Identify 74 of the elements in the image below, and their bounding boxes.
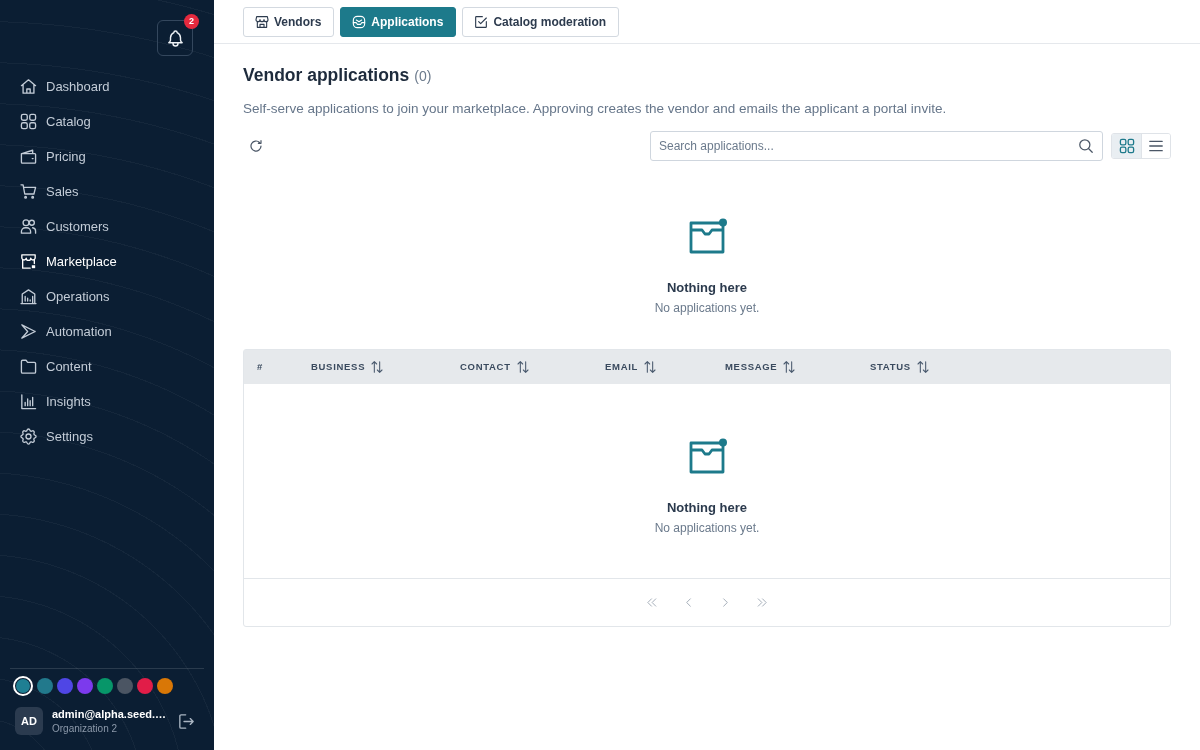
nav-item[interactable]: Insights [15,387,97,415]
tab[interactable]: Vendors [243,7,335,37]
building-icon [21,288,36,304]
nav-item[interactable]: Content [15,352,98,380]
theme-swatch-icon[interactable] [137,678,153,694]
tab[interactable]: Catalog moderation [462,7,620,37]
organization-name: Organization 2 [52,722,119,735]
empty-state-title: Nothing here [666,279,748,297]
nav-item[interactable]: Catalog [15,107,97,135]
grid-view-icon [1119,139,1134,153]
theme-swatch-icon[interactable] [77,678,93,694]
list-view-icon [1149,139,1163,153]
inbox-icon [689,218,725,254]
wallet-icon [21,148,36,164]
sort-icon [916,361,929,373]
search-icon [1079,139,1093,153]
theme-swatch-icon[interactable] [97,678,113,694]
theme-swatch-icon[interactable] [157,678,173,694]
sort-icon [516,361,529,373]
theme-swatch-icon[interactable] [13,676,33,696]
send-icon [21,323,36,339]
inbox-icon [689,438,725,474]
nav-item[interactable]: Pricing [15,142,92,170]
page-title: Vendor applications [243,64,410,87]
grid-icon [21,113,36,129]
cart-icon [21,183,36,199]
folder-icon [21,358,36,374]
theme-swatch-icon[interactable] [37,678,53,694]
settings-icon [21,428,36,444]
sort-icon [371,361,384,373]
logout-button[interactable] [179,713,194,729]
nav-item[interactable]: Marketplace [15,247,123,275]
user-avatar: AD [15,707,43,735]
logout-icon [179,713,194,729]
empty-state-title: Nothing here [666,499,748,517]
user-email: admin@alpha.seed.… [52,707,167,721]
nav-item[interactable]: Customers [15,212,115,240]
checkbox-icon [475,16,488,28]
empty-state-message: No applications yet. [654,520,760,537]
home-icon [21,78,36,94]
notification-badge: 2 [184,14,199,29]
column-header[interactable]: MESSAGE [725,360,796,374]
sort-icon [783,361,796,373]
users-icon [21,218,36,234]
double-chevron-left-icon [646,597,657,608]
double-chevron-right-icon [757,597,768,608]
chevron-left-icon [683,597,694,608]
column-header[interactable]: EMAIL [605,360,657,374]
bar-chart-icon [21,393,36,409]
sort-icon [644,361,657,373]
nav-item[interactable]: Settings [15,422,99,450]
view-button[interactable] [1141,134,1170,158]
column-header[interactable]: CONTACT [460,360,529,374]
column-header: # [257,360,263,374]
tab[interactable]: Applications [340,7,457,37]
view-button[interactable] [1112,134,1141,158]
bell-icon [167,30,183,46]
theme-swatch-icon[interactable] [117,678,133,694]
store-icon [21,253,36,269]
store-icon [256,16,268,28]
theme-swatch-icon[interactable] [57,678,73,694]
nav-item[interactable]: Operations [15,282,116,310]
inbox-icon [353,16,366,28]
nav-item[interactable]: Automation [15,317,118,345]
refresh-icon [250,140,262,152]
column-header[interactable]: STATUS [870,360,929,374]
item-count: (0) [414,67,432,86]
search-field[interactable]: Search applications... [650,131,1103,161]
chevron-right-icon [720,597,731,608]
nav-item[interactable]: Sales [15,177,85,205]
nav-item[interactable]: Dashboard [15,72,116,100]
page-description: Self-serve applications to join your marketplace. Approving creates the vendor and emails the applicant a portal invite. [243,100,948,118]
empty-state-message: No applications yet. [654,300,760,317]
column-header[interactable]: BUSINESS [311,360,384,374]
